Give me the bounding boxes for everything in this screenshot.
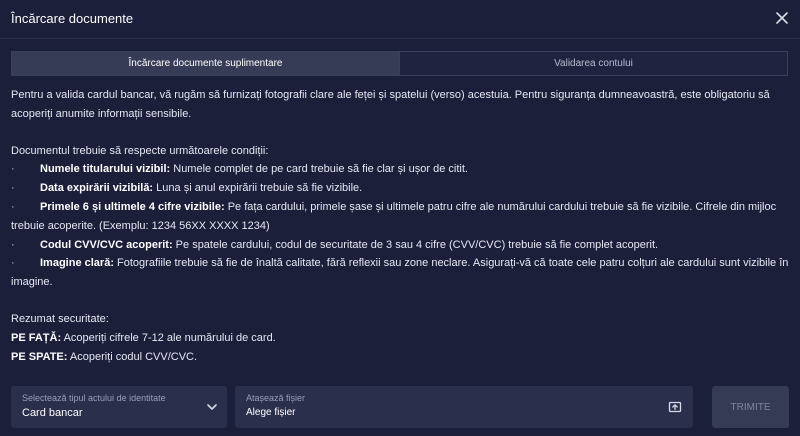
condition-item: · Primele 6 și ultimele 4 cifre vizibile:… — [11, 198, 789, 236]
summary-heading: Rezumat securitate: — [11, 312, 109, 325]
condition-title: Primele 6 și ultimele 4 cifre vizibile: — [40, 200, 225, 213]
summary-back: PE SPATE: Acoperiți codul CVV/CVC. — [11, 348, 789, 367]
condition-title: Numele titularului vizibil: — [40, 163, 171, 176]
id-type-label: Selectează tipul actului de identitate — [22, 393, 166, 403]
upload-icon[interactable] — [668, 400, 682, 414]
bullet: · — [11, 182, 15, 195]
condition-title: Imagine clară: — [40, 257, 114, 270]
summary-back-text: Acoperiți codul CVV/CVC. — [67, 350, 198, 363]
condition-text: Pe spatele cardului, codul de securitate… — [172, 238, 659, 251]
summary-front: PE FAȚĂ: Acoperiți cifrele 7-12 ale numă… — [11, 329, 789, 348]
bullet: · — [11, 238, 15, 251]
condition-item: · Data expirării vizibilă: Luna și anul e… — [11, 179, 789, 198]
bullet: · — [11, 257, 15, 270]
conditions-heading: Documentul trebuie să respecte următoare… — [11, 144, 269, 157]
bullet: · — [11, 200, 15, 213]
chevron-down-icon — [207, 404, 217, 410]
modal-title: Încărcare documente — [11, 11, 134, 26]
condition-text: Luna și anul expirării trebuie să fie vi… — [153, 182, 363, 195]
condition-text: Fotografiile trebuie să fie de înaltă ca… — [11, 257, 789, 289]
tab-account-validation[interactable]: Validarea contului — [399, 52, 787, 75]
close-button[interactable] — [772, 8, 792, 28]
summary-front-text: Acoperiți cifrele 7-12 ale numărului de … — [61, 331, 276, 344]
summary-back-label: PE SPATE: — [11, 350, 68, 363]
bullet: · — [11, 163, 15, 176]
summary-front-label: PE FAȚĂ: — [11, 331, 62, 344]
condition-title: Data expirării vizibilă: — [40, 182, 154, 195]
instructions: Pentru a valida cardul bancar, vă rugăm … — [11, 86, 789, 366]
id-type-value: Card bancar — [22, 407, 83, 419]
tab-additional-documents[interactable]: Încărcare documente suplimentare — [12, 52, 399, 75]
condition-item: · Imagine clară: Fotografiile trebuie să … — [11, 254, 789, 292]
condition-text: Numele complet de pe card trebuie să fie… — [170, 163, 468, 176]
attach-file-label: Atașează fișier — [246, 393, 306, 403]
tab-bar: Încărcare documente suplimentare Validar… — [11, 51, 788, 76]
attach-file-value: Alege fișier — [246, 407, 296, 418]
modal-header: Încărcare documente — [0, 0, 800, 39]
id-type-select[interactable]: Selectează tipul actului de identitate C… — [11, 386, 227, 428]
condition-title: Codul CVV/CVC acoperit: — [40, 238, 173, 251]
condition-item: · Codul CVV/CVC acoperit: Pe spatele card… — [11, 236, 789, 255]
attach-file-field[interactable]: Atașează fișier Alege fișier — [235, 386, 693, 428]
condition-item: · Numele titularului vizibil: Numele comp… — [11, 160, 789, 179]
intro-text: Pentru a valida cardul bancar, vă rugăm … — [11, 89, 770, 120]
submit-button[interactable]: TRIMITE — [712, 386, 789, 428]
close-icon — [776, 12, 788, 24]
